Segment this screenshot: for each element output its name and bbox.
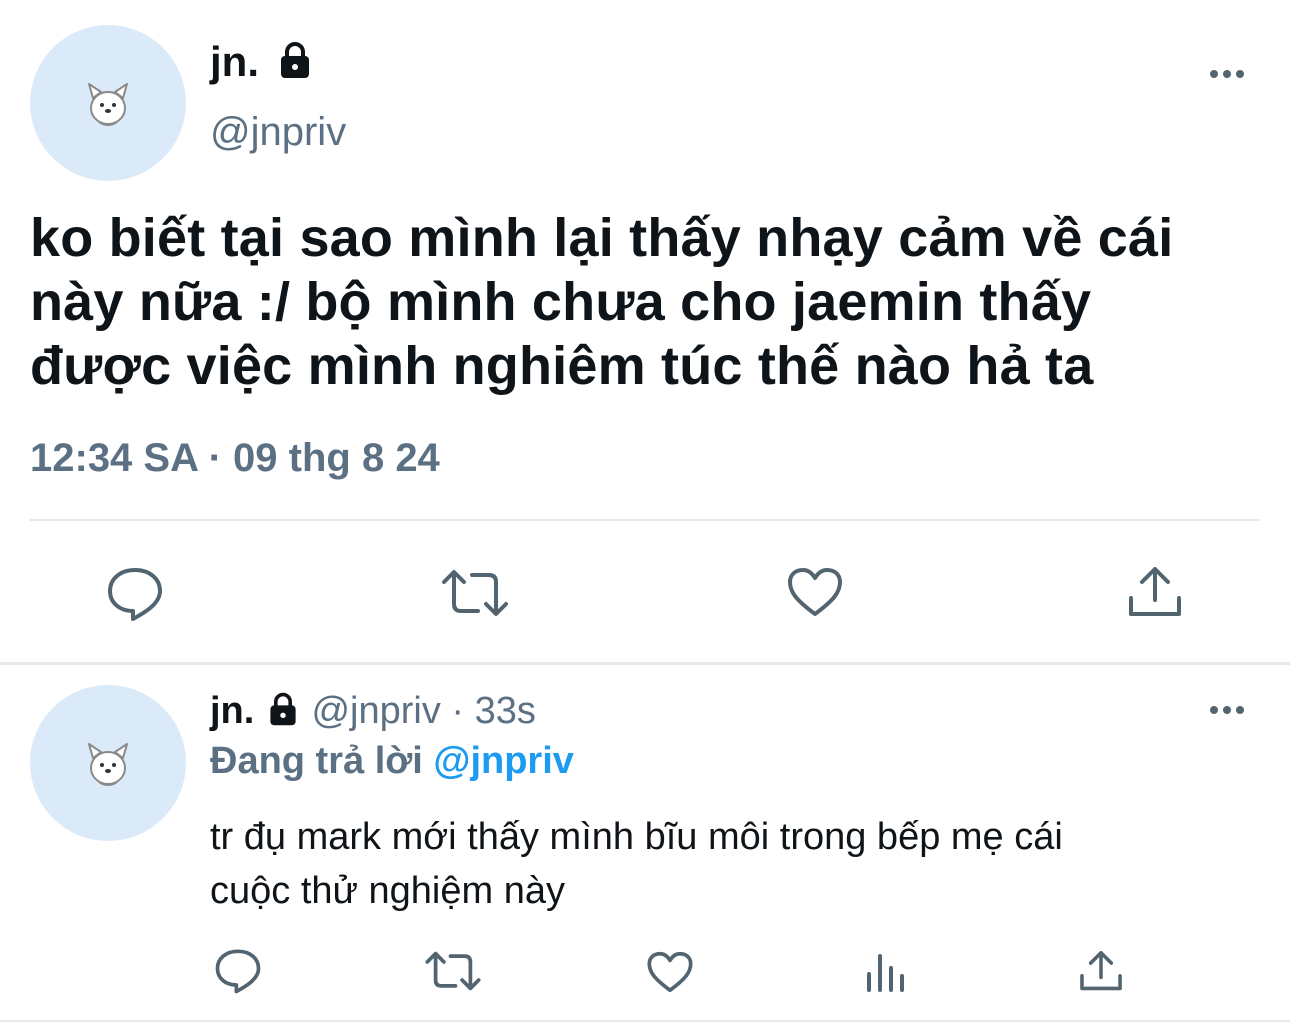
reply-text-line: tr đụ mark mới thấy mình bĩu môi trong b… bbox=[210, 816, 1063, 858]
more-options-icon[interactable] bbox=[1210, 70, 1244, 78]
handle[interactable]: @jnpriv bbox=[210, 110, 346, 155]
display-name[interactable]: jn. bbox=[210, 38, 315, 86]
reply-avatar[interactable] bbox=[30, 685, 186, 841]
display-name-text: jn. bbox=[210, 38, 259, 85]
reply-header: jn. @jnpriv · 33s bbox=[210, 690, 536, 733]
replying-to: Đang trả lời @jnpriv bbox=[210, 740, 574, 783]
reply-text-line: cuộc thử nghiệm này bbox=[210, 870, 565, 912]
bottom-divider bbox=[0, 1020, 1290, 1022]
comment-icon[interactable] bbox=[106, 566, 164, 622]
reply-display-name[interactable]: jn. bbox=[210, 690, 254, 732]
reply-retweet-icon[interactable] bbox=[424, 950, 482, 992]
tweet-text: ko biết tại sao mình lại thấy nhạy cảm v… bbox=[30, 206, 1280, 398]
lock-icon bbox=[280, 41, 309, 78]
tweet-timestamp[interactable]: 12:34 SA · 09 thg 8 24 bbox=[30, 436, 440, 481]
section-separator bbox=[0, 662, 1290, 665]
dog-icon bbox=[88, 743, 128, 786]
tweet-text-line: này nữa :/ bộ mình chưa cho jaemin thấy bbox=[30, 272, 1092, 332]
dog-icon bbox=[88, 83, 128, 126]
divider bbox=[30, 519, 1260, 521]
heart-icon[interactable] bbox=[786, 566, 844, 618]
lock-icon bbox=[270, 692, 296, 726]
replying-to-mention[interactable]: @jnpriv bbox=[433, 740, 574, 782]
reply-comment-icon[interactable] bbox=[214, 948, 262, 994]
replying-to-label: Đang trả lời bbox=[210, 740, 423, 782]
reply-handle-time[interactable]: @jnpriv · 33s bbox=[311, 690, 535, 732]
reply-text: tr đụ mark mới thấy mình bĩu môi trong b… bbox=[210, 810, 1270, 918]
reply-more-options-icon[interactable] bbox=[1210, 706, 1244, 714]
tweet-text-line: ko biết tại sao mình lại thấy nhạy cảm v… bbox=[30, 208, 1174, 268]
analytics-icon[interactable] bbox=[864, 950, 908, 994]
retweet-icon[interactable] bbox=[440, 568, 510, 618]
avatar[interactable] bbox=[30, 25, 186, 181]
share-icon[interactable] bbox=[1126, 564, 1184, 620]
reply-heart-icon[interactable] bbox=[646, 950, 694, 994]
reply-share-icon[interactable] bbox=[1078, 948, 1124, 994]
tweet-text-line: được việc mình nghiêm túc thế nào hả ta bbox=[30, 336, 1094, 396]
